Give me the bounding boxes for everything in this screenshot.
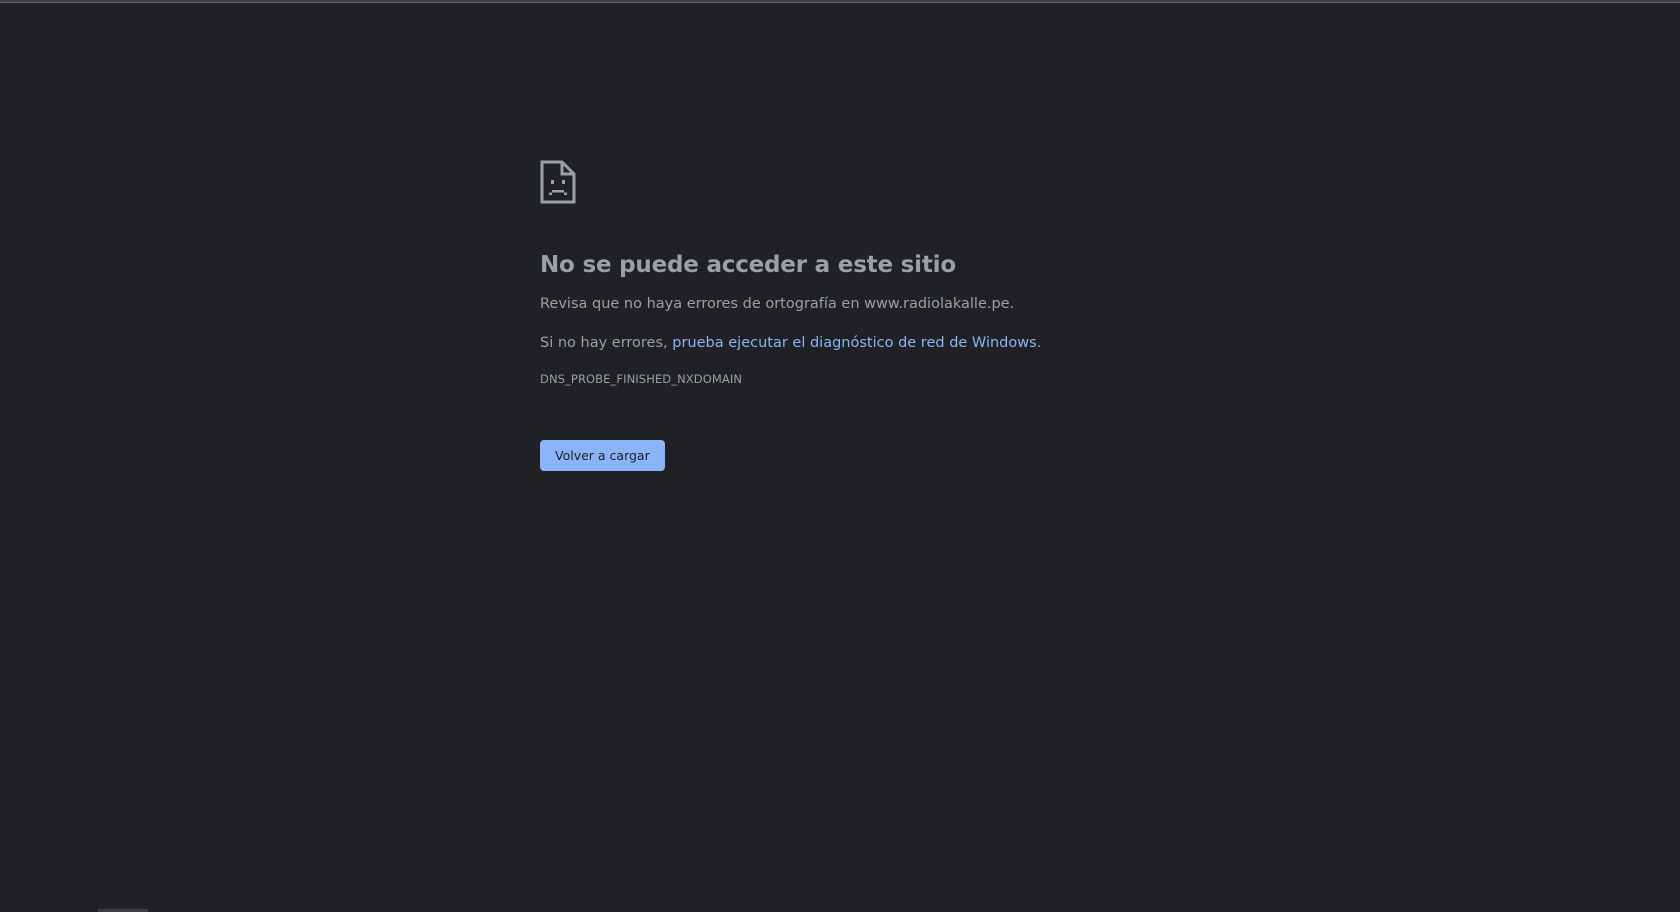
- diagnostic-suffix: .: [1036, 335, 1042, 351]
- network-diagnostics-link[interactable]: prueba ejecutar el diagnóstico de red de…: [672, 335, 1036, 351]
- diagnostic-hint: Si no hay errores, prueba ejecutar el di…: [540, 333, 1180, 353]
- spelling-hint: Revisa que no haya errores de ortografía…: [540, 296, 1015, 312]
- error-page: No se puede acceder a este sitio Revisa …: [540, 160, 1180, 471]
- error-code: DNS_PROBE_FINISHED_NXDOMAIN: [540, 372, 743, 386]
- sad-page-icon: [540, 160, 576, 204]
- top-border: [0, 0, 1680, 3]
- diagnostic-prefix: Si no hay errores,: [540, 335, 673, 351]
- reload-button[interactable]: Volver a cargar: [540, 440, 665, 471]
- error-title: No se puede acceder a este sitio: [540, 252, 956, 278]
